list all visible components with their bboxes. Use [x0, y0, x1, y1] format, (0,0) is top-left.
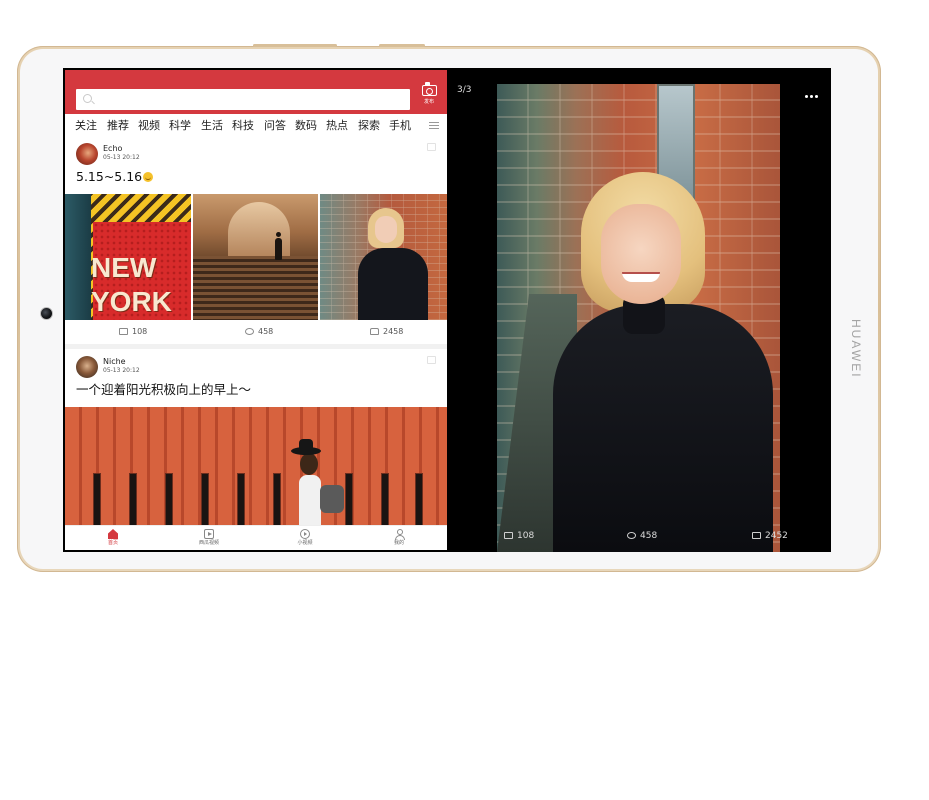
tab-short-video[interactable]: 小视频: [275, 526, 335, 550]
tab-label: 小视频: [297, 540, 313, 546]
viewer-photo[interactable]: [497, 84, 780, 552]
comment-icon: [504, 532, 513, 539]
bookmark-icon[interactable]: [427, 356, 436, 364]
viewer-comment-count[interactable]: 108: [504, 531, 534, 541]
smile-emoji-icon: [143, 172, 154, 182]
tab-channel-4[interactable]: 生活: [201, 119, 223, 132]
top-bar: 发布: [65, 70, 447, 114]
camera-icon: [421, 82, 437, 96]
bookmark-icon[interactable]: [427, 143, 436, 151]
tab-channel-3[interactable]: 科学: [169, 119, 191, 132]
tab-channel-1[interactable]: 推荐: [107, 119, 129, 132]
volume-button: [253, 44, 337, 47]
avatar[interactable]: [76, 356, 98, 378]
tab-xigua-video[interactable]: 西瓜视频: [179, 526, 239, 550]
thumbs-up-icon: [370, 328, 379, 335]
tab-label: 西瓜视频: [198, 540, 219, 546]
search-icon: [83, 94, 92, 103]
home-icon: [108, 529, 118, 539]
bottom-tab-bar: 首页 西瓜视频 小视频 我的: [65, 525, 447, 550]
author-name[interactable]: Echo: [103, 144, 122, 153]
photo-viewer[interactable]: 3/3 108 458 2452: [449, 68, 831, 552]
post-image-new-york[interactable]: NEW YORK: [65, 194, 191, 320]
post-header: Echo 05-13 20:12: [76, 143, 436, 167]
user-icon: [394, 529, 405, 540]
photo-counter: 3/3: [457, 85, 472, 95]
play-icon: [204, 529, 214, 539]
tab-channel-6[interactable]: 问答: [264, 119, 286, 132]
author-name[interactable]: Niche: [103, 357, 126, 366]
chat-bubble-icon: [245, 328, 254, 335]
tab-mine[interactable]: 我的: [369, 526, 429, 550]
power-button: [379, 44, 425, 47]
avatar[interactable]: [76, 143, 98, 165]
publish-label: 发布: [423, 99, 434, 105]
comment-icon: [119, 328, 128, 335]
post-text: 5.15~5.16: [76, 169, 154, 184]
feed-item[interactable]: Echo 05-13 20:12 5.15~5.16 NEW YORK 108 …: [65, 136, 447, 344]
viewer-reply-count[interactable]: 458: [627, 531, 657, 541]
tab-home[interactable]: 首页: [83, 526, 143, 550]
tab-channel-5[interactable]: 科技: [232, 119, 254, 132]
tab-label: 我的: [393, 540, 404, 546]
comment-count[interactable]: 108: [119, 327, 147, 337]
tab-channel-7[interactable]: 数码: [295, 119, 317, 132]
tab-channel-0[interactable]: 关注: [75, 119, 97, 132]
post-image-orange-wall[interactable]: [65, 407, 447, 525]
ny-text-line1: NEW: [91, 252, 157, 283]
like-count[interactable]: 2458: [370, 327, 403, 337]
thumbs-up-icon: [752, 532, 761, 539]
front-camera: [40, 307, 53, 320]
tab-channel-8[interactable]: 热点: [326, 119, 348, 132]
search-input[interactable]: [76, 89, 410, 110]
post-stats: 108 458 2458: [65, 320, 447, 344]
ny-text-line2: YORK: [91, 286, 172, 317]
tab-channel-10[interactable]: 手机: [389, 119, 411, 132]
feed-pane: 发布 关注 推荐 视频 科学 生活 科技 问答 数码 热点 探索 手机 Echo…: [65, 70, 447, 550]
post-image-stairs[interactable]: [193, 194, 318, 320]
post-time: 05-13 20:12: [103, 367, 140, 374]
tab-channel-2[interactable]: 视频: [138, 119, 160, 132]
publish-button[interactable]: 发布: [417, 82, 441, 111]
tab-channel-9[interactable]: 探索: [358, 119, 380, 132]
brand-logo: HUAWEI: [849, 319, 863, 379]
reply-count[interactable]: 458: [245, 327, 273, 337]
viewer-like-count[interactable]: 2452: [752, 531, 788, 541]
more-options-icon[interactable]: [805, 95, 819, 98]
chat-bubble-icon: [627, 532, 636, 539]
post-header: Niche 05-13 20:12: [76, 356, 436, 380]
feed-list[interactable]: Echo 05-13 20:12 5.15~5.16 NEW YORK 108 …: [65, 136, 447, 525]
channel-tabs: 关注 推荐 视频 科学 生活 科技 问答 数码 热点 探索 手机: [65, 114, 447, 136]
tab-label: 首页: [107, 540, 118, 546]
post-text: 一个迎着阳光积极向上的早上～: [76, 382, 252, 397]
post-image-portrait[interactable]: [320, 194, 447, 320]
channel-menu-icon[interactable]: [429, 122, 439, 129]
viewer-stats: 108 458 2452: [449, 529, 831, 543]
short-video-icon: [300, 529, 310, 539]
screen: 发布 关注 推荐 视频 科学 生活 科技 问答 数码 热点 探索 手机 Echo…: [63, 68, 831, 552]
post-time: 05-13 20:12: [103, 154, 140, 161]
feed-item[interactable]: Niche 05-13 20:12 一个迎着阳光积极向上的早上～: [65, 349, 447, 525]
post-image-grid: NEW YORK: [65, 194, 447, 320]
